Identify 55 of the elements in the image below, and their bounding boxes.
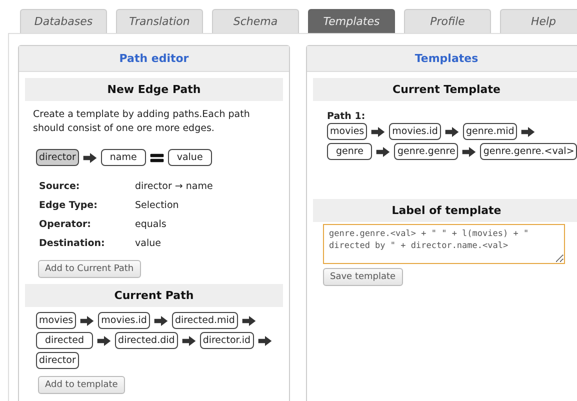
tab[interactable]: Databases: [20, 9, 107, 33]
arrow-icon: [376, 146, 390, 156]
arrow-icon: [521, 126, 536, 136]
path-node[interactable]: movies: [327, 123, 368, 140]
path-node[interactable]: name: [100, 149, 146, 166]
field-value: value: [135, 238, 162, 249]
field-value: Selection: [135, 200, 180, 211]
path-node[interactable]: director: [36, 149, 79, 166]
path-label: Path 1:: [327, 111, 366, 122]
template-label-field[interactable]: genre.genre.<val> + " " + l(movies) + " directed by " + director.name.<val>: [323, 224, 565, 264]
field-label: Edge Type:: [39, 200, 98, 211]
arrow-icon: [82, 152, 97, 162]
field-value: director → name: [135, 181, 214, 192]
save-template-button[interactable]: Save template: [323, 268, 403, 286]
path-node[interactable]: movies.id: [98, 312, 150, 329]
arrow-icon: [462, 146, 476, 156]
path-node[interactable]: directed.mid: [172, 312, 238, 329]
panel-title: Templates: [307, 46, 577, 72]
path-node[interactable]: directed: [36, 332, 94, 349]
arrow-icon: [242, 316, 256, 326]
path-node[interactable]: director.id: [200, 332, 254, 349]
arrow-icon: [444, 126, 459, 136]
arrow-icon: [371, 126, 386, 136]
path-node[interactable]: value: [168, 149, 212, 166]
arrow-icon: [258, 336, 272, 346]
arrow-icon: [97, 336, 112, 346]
path-node[interactable]: genre.mid: [462, 123, 518, 140]
add-to-template-button[interactable]: Add to template: [38, 376, 125, 394]
field-label: Destination:: [39, 238, 106, 249]
tab[interactable]: Help: [500, 9, 577, 33]
path-node[interactable]: genre.genre: [394, 143, 458, 160]
tab[interactable]: Templates: [308, 9, 395, 33]
field-label: Source:: [39, 181, 81, 192]
field-value: equals: [135, 219, 168, 230]
section-header: New Edge Path: [25, 78, 283, 101]
path-node[interactable]: genre: [327, 143, 372, 160]
panel-title: Path editor: [19, 46, 289, 72]
path-node[interactable]: genre.genre.<val>: [480, 143, 577, 160]
field-label: Operator:: [39, 219, 92, 230]
tab[interactable]: Translation: [116, 9, 203, 33]
path-node[interactable]: movies.id: [389, 123, 441, 140]
section-header: Current Template: [313, 78, 577, 101]
arrow-icon: [182, 336, 196, 346]
add-to-current-path-button[interactable]: Add to Current Path: [38, 260, 141, 278]
equals-icon: [150, 152, 164, 162]
description-text: Create a template by adding paths.Each path should consist of one ore more edges.: [33, 108, 251, 136]
tab[interactable]: Schema: [212, 9, 299, 33]
section-header: Label of template: [313, 199, 577, 222]
arrow-icon: [80, 316, 94, 326]
path-node[interactable]: director: [36, 352, 79, 369]
path-node[interactable]: directed.did: [115, 332, 178, 349]
tab[interactable]: Profile: [404, 9, 491, 33]
arrow-icon: [154, 316, 168, 326]
path-node[interactable]: movies: [36, 312, 76, 329]
section-header: Current Path: [25, 284, 283, 307]
